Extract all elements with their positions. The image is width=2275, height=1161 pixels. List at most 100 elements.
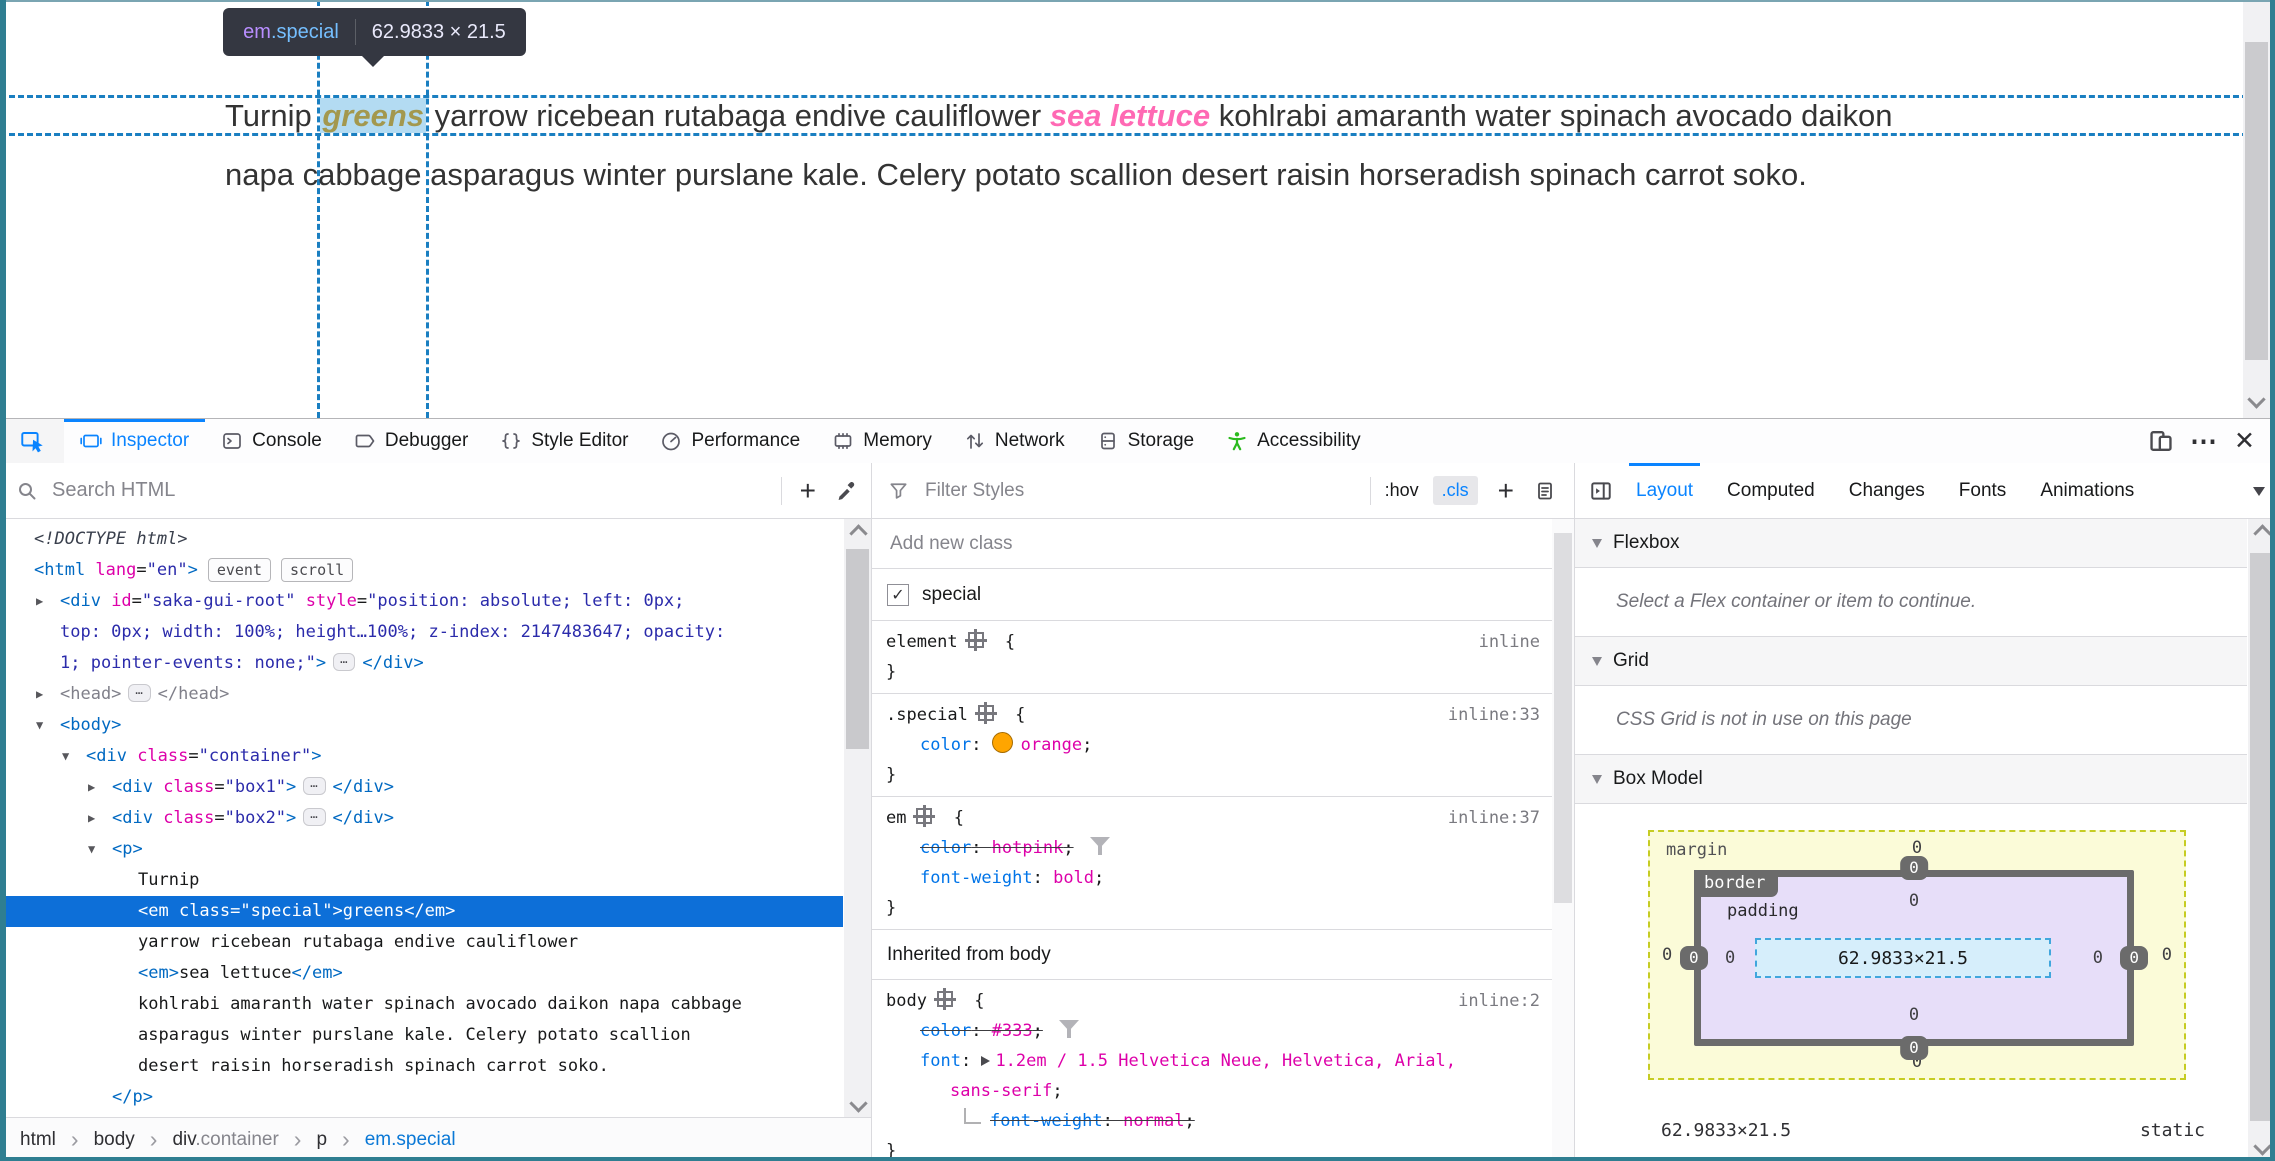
responsive-design-mode-icon[interactable]: [2148, 428, 2174, 454]
div-container-node[interactable]: ▼ <div class="container">: [0, 741, 843, 772]
scroll-down-arrow-icon[interactable]: [2247, 390, 2266, 409]
div-box2-node[interactable]: ▶ <div class="box2"> ⋯ </div>: [0, 803, 843, 834]
p-close-node[interactable]: </p>: [0, 1082, 843, 1113]
twisty-arrow-icon[interactable]: ▼: [88, 834, 95, 865]
class-checkbox[interactable]: ✓: [887, 583, 909, 606]
scroll-up-arrow-icon[interactable]: [849, 524, 868, 543]
text-node[interactable]: kohlrabi amaranth water spinach avocado …: [0, 989, 843, 1020]
body-node[interactable]: ▼ <body>: [0, 710, 843, 741]
tab-inspector[interactable]: Inspector: [64, 419, 206, 463]
pick-element-button[interactable]: [0, 419, 64, 463]
code-line[interactable]: }: [872, 657, 1552, 687]
rule-source-link[interactable]: inline:37: [1448, 803, 1540, 833]
collapsed-content-pill[interactable]: ⋯: [333, 653, 356, 671]
code-line[interactable]: element {inline: [872, 627, 1552, 657]
saka-gui-root-node[interactable]: ▶ <div id="saka-gui-root" style="position…: [0, 586, 843, 617]
code-line[interactable]: color: orange;: [872, 730, 1552, 760]
page-scrollbar[interactable]: [2243, 2, 2270, 418]
box-model-content[interactable]: 62.9833×21.5: [1755, 938, 2051, 978]
code-line[interactable]: sans-serif;: [872, 1076, 1552, 1106]
box-model-margin-layer[interactable]: margin 0 0 0 0 border 0 0 0 0 padding 0 …: [1648, 830, 2186, 1080]
twisty-arrow-icon[interactable]: ▶: [88, 772, 95, 803]
rule-source-link[interactable]: inline:33: [1448, 700, 1540, 730]
padding-left-value[interactable]: 0: [1725, 948, 1735, 968]
collapsed-content-pill[interactable]: ⋯: [303, 808, 326, 826]
border-left-value[interactable]: 0: [1680, 946, 1708, 970]
text-node[interactable]: desert raisin horseradish spinach carrot…: [0, 1051, 843, 1082]
tab-layout[interactable]: Layout: [1619, 463, 1710, 518]
rule-source-link[interactable]: inline: [1479, 627, 1540, 657]
breadcrumb-item-html[interactable]: html: [20, 1129, 56, 1151]
stylesheet-icon[interactable]: [1534, 480, 1556, 502]
html-node[interactable]: <html lang="en"> event scroll: [0, 555, 843, 586]
tree-scrollbar[interactable]: [844, 519, 871, 1118]
selector-highlighter-icon[interactable]: [913, 805, 936, 827]
all-tabs-dropdown-icon[interactable]: [2253, 487, 2265, 496]
rules-scrollbar[interactable]: [1552, 519, 1574, 1161]
page-em-special[interactable]: greens: [320, 98, 427, 133]
code-line[interactable]: font: 1.2em / 1.5 Helvetica Neue, Helvet…: [872, 1046, 1552, 1076]
padding-right-value[interactable]: 0: [2093, 948, 2103, 968]
selector-highlighter-icon[interactable]: [933, 988, 956, 1010]
code-line[interactable]: body {inline:2: [872, 986, 1552, 1016]
code-line[interactable]: font-weight: bold;: [872, 863, 1552, 893]
box-model-section-header[interactable]: Box Model: [1575, 755, 2247, 804]
add-new-class-input[interactable]: [888, 531, 1490, 556]
twisty-arrow-icon[interactable]: ▶: [88, 803, 95, 834]
text-node[interactable]: Turnip: [0, 865, 843, 896]
rule-source-link[interactable]: inline:2: [1458, 986, 1540, 1016]
meatball-menu-icon[interactable]: ⋯: [2190, 427, 2218, 455]
breadcrumb-item-body[interactable]: body: [94, 1129, 135, 1151]
code-line[interactable]: font-weight: normal;: [872, 1106, 1552, 1136]
toggle-hover-pseudo-class-button[interactable]: :hov: [1385, 480, 1419, 501]
margin-top-value[interactable]: 0: [1912, 838, 1922, 858]
overridden-filter-icon[interactable]: [1058, 1020, 1079, 1038]
tab-accessibility[interactable]: Accessibility: [1210, 419, 1376, 463]
tab-console[interactable]: Console: [205, 419, 338, 463]
saka-gui-root-node[interactable]: top: 0px; width: 100%; height…100%; z-in…: [0, 617, 843, 648]
add-node-button[interactable]: +: [794, 476, 822, 505]
tab-memory[interactable]: Memory: [816, 419, 948, 463]
code-line[interactable]: color: hotpink;: [872, 833, 1552, 863]
code-line[interactable]: .special {inline:33: [872, 700, 1552, 730]
tab-network[interactable]: Network: [948, 419, 1081, 463]
text-node[interactable]: asparagus winter purslane kale. Celery p…: [0, 1020, 843, 1051]
add-rule-button[interactable]: +: [1492, 476, 1520, 505]
expand-shorthand-icon[interactable]: [981, 1056, 991, 1066]
code-line[interactable]: em {inline:37: [872, 803, 1552, 833]
collapsed-content-pill[interactable]: ⋯: [303, 777, 326, 795]
doctype-node[interactable]: <!DOCTYPE html>: [0, 524, 843, 555]
color-swatch[interactable]: [991, 732, 1013, 753]
code-line[interactable]: color: #333;: [872, 1016, 1552, 1046]
em-node[interactable]: <em>sea lettuce</em>: [0, 958, 843, 989]
box-model-border-layer[interactable]: border 0 0 0 0 padding 0 0 0 0 62.9833×2…: [1680, 856, 2148, 1060]
rules-scrollbar-thumb[interactable]: [1554, 533, 1572, 903]
tab-style-editor[interactable]: Style Editor: [484, 419, 644, 463]
subproperty-connector[interactable]: [964, 1108, 981, 1124]
em-special-node-selected[interactable]: <em class="special">greens</em>: [0, 896, 843, 927]
tab-changes[interactable]: Changes: [1832, 463, 1942, 518]
breadcrumb-item-em-special[interactable]: em.special: [365, 1129, 456, 1151]
selector-highlighter-icon[interactable]: [964, 629, 987, 651]
twisty-arrow-icon[interactable]: ▶: [36, 679, 43, 710]
tab-fonts[interactable]: Fonts: [1942, 463, 2024, 518]
border-bottom-value[interactable]: 0: [1900, 1036, 1928, 1060]
collapsed-content-pill[interactable]: ⋯: [128, 684, 151, 702]
tab-computed[interactable]: Computed: [1710, 463, 1832, 518]
margin-left-value[interactable]: 0: [1662, 945, 1672, 965]
toggle-classes-button[interactable]: .cls: [1432, 476, 1478, 505]
close-devtools-icon[interactable]: ✕: [2234, 428, 2255, 454]
breadcrumb-item-p[interactable]: p: [316, 1129, 327, 1151]
border-top-value[interactable]: 0: [1900, 856, 1928, 880]
breadcrumb-item-div-container[interactable]: div.container: [172, 1129, 278, 1151]
tree-scrollbar-thumb[interactable]: [846, 549, 869, 749]
padding-bottom-value[interactable]: 0: [1909, 1005, 1919, 1025]
tab-storage[interactable]: Storage: [1081, 419, 1211, 463]
twisty-arrow-icon[interactable]: ▶: [36, 586, 43, 617]
code-line[interactable]: }: [872, 760, 1552, 790]
scroll-down-arrow-icon[interactable]: [849, 1094, 868, 1113]
padding-top-value[interactable]: 0: [1909, 891, 1919, 911]
selector-highlighter-icon[interactable]: [974, 702, 997, 724]
head-node[interactable]: ▶ <head> ⋯ </head>: [0, 679, 843, 710]
tab-debugger[interactable]: Debugger: [338, 419, 484, 463]
